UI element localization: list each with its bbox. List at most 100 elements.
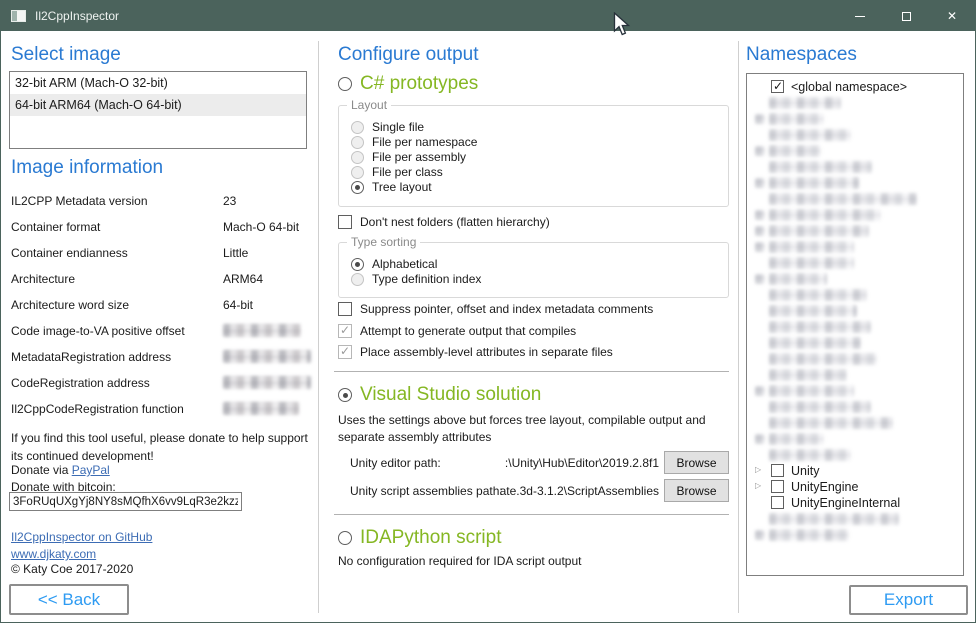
- type-sorting-option: Type definition index: [351, 272, 481, 286]
- github-link-row: Il2CppInspector on GitHub: [11, 528, 152, 546]
- image-information-table: IL2CPP Metadata version23Container forma…: [11, 187, 311, 421]
- section-separator-2: [334, 514, 729, 515]
- window-title: Il2CppInspector: [35, 9, 119, 23]
- layout-groupbox: Layout Single fileFile per namespaceFile…: [338, 105, 729, 207]
- visual-studio-description: Uses the settings above but forces tree …: [338, 412, 740, 446]
- redacted-value: [223, 350, 311, 363]
- namespace-checkbox[interactable]: [771, 480, 784, 493]
- type-sorting-groupbox: Type sorting AlphabeticalType definition…: [338, 242, 729, 298]
- info-label: CodeRegistration address: [11, 376, 150, 390]
- type-sorting-radio: [351, 273, 364, 286]
- namespace-row[interactable]: <global namespace>: [747, 79, 963, 95]
- info-row: Architecture word size64-bit: [11, 291, 311, 317]
- redacted-namespace: [769, 241, 854, 253]
- bitcoin-address-input[interactable]: [9, 492, 242, 511]
- maximize-button[interactable]: [883, 1, 929, 31]
- redacted-namespace: [769, 321, 871, 333]
- namespace-row-redacted: [747, 175, 963, 191]
- layout-radio: [351, 121, 364, 134]
- info-label: Il2CppCodeRegistration function: [11, 402, 184, 416]
- namespace-row-redacted: [747, 335, 963, 351]
- namespace-row[interactable]: UnityEngineInternal: [747, 495, 963, 511]
- type-sorting-radio[interactable]: [351, 258, 364, 271]
- visual-studio-radio[interactable]: [338, 388, 352, 402]
- output-option-label: Suppress pointer, offset and index metad…: [360, 302, 653, 316]
- namespaces-listbox[interactable]: <global namespace> ▷ Unity ▷ UnityEngine Unit…: [746, 73, 964, 576]
- unity-script-browse-button[interactable]: Browse: [664, 479, 729, 502]
- output-option[interactable]: Suppress pointer, offset and index metad…: [338, 302, 653, 316]
- namespace-label: UnityEngineInternal: [791, 496, 900, 510]
- redacted-value: [223, 376, 311, 389]
- idapython-description: No configuration required for IDA script…: [338, 553, 581, 571]
- website-link[interactable]: www.djkaty.com: [11, 547, 96, 561]
- visual-studio-option[interactable]: Visual Studio solution: [338, 384, 541, 406]
- namespaces-heading: Namespaces: [746, 44, 857, 66]
- redacted-expander: [755, 530, 765, 540]
- unity-editor-browse-button[interactable]: Browse: [664, 451, 729, 474]
- output-option-label: Place assembly-level attributes in separ…: [360, 345, 613, 359]
- info-label: Architecture: [11, 272, 75, 286]
- namespace-row-redacted: [747, 431, 963, 447]
- app-window: Il2CppInspector ✕ Select image 32-bit AR…: [0, 0, 976, 623]
- namespace-row[interactable]: ▷ UnityEngine: [747, 479, 963, 495]
- redacted-namespace: [769, 129, 851, 141]
- namespace-row-redacted: [747, 207, 963, 223]
- redacted-namespace: [769, 369, 847, 381]
- redacted-namespace: [769, 433, 824, 445]
- layout-radio: [351, 136, 364, 149]
- paypal-link[interactable]: PayPal: [72, 463, 110, 477]
- export-button[interactable]: Export: [849, 585, 968, 615]
- select-image-listbox[interactable]: 32-bit ARM (Mach-O 32-bit)64-bit ARM64 (…: [9, 71, 307, 149]
- unity-editor-path-value[interactable]: :\Unity\Hub\Editor\2019.2.8f1: [491, 456, 659, 470]
- namespace-row[interactable]: ▷ Unity: [747, 463, 963, 479]
- redacted-expander: [755, 210, 765, 220]
- namespace-label: Unity: [791, 464, 819, 478]
- csharp-prototypes-label: C# prototypes: [360, 73, 478, 95]
- csharp-prototypes-radio[interactable]: [338, 77, 352, 91]
- namespace-checkbox[interactable]: [771, 80, 784, 93]
- namespace-checkbox[interactable]: [771, 464, 784, 477]
- minimize-button[interactable]: [837, 1, 883, 31]
- layout-radio[interactable]: [351, 181, 364, 194]
- redacted-namespace: [769, 193, 917, 205]
- expander-icon[interactable]: ▷: [755, 465, 761, 474]
- redacted-expander: [755, 178, 765, 188]
- github-link[interactable]: Il2CppInspector on GitHub: [11, 530, 152, 544]
- namespace-checkbox[interactable]: [771, 496, 784, 509]
- layout-radio: [351, 151, 364, 164]
- idapython-radio[interactable]: [338, 531, 352, 545]
- layout-option: File per class: [351, 165, 443, 179]
- namespace-row-redacted: [747, 447, 963, 463]
- image-list-item[interactable]: 64-bit ARM64 (Mach-O 64-bit): [10, 94, 306, 116]
- type-sorting-option[interactable]: Alphabetical: [351, 257, 437, 271]
- namespace-label: UnityEngine: [791, 480, 858, 494]
- output-option-checkbox[interactable]: [338, 302, 352, 316]
- redacted-expander: [755, 114, 765, 124]
- namespace-row-redacted: [747, 191, 963, 207]
- unity-script-path-label: Unity script assemblies path:: [350, 484, 503, 498]
- unity-script-path-value[interactable]: ate.3d-3.1.2\ScriptAssemblies: [491, 484, 659, 498]
- info-value: ARM64: [223, 272, 263, 286]
- info-value: Mach-O 64-bit: [223, 220, 299, 234]
- type-sorting-group-label: Type sorting: [347, 235, 420, 249]
- minimize-icon: [855, 16, 865, 17]
- info-row: Container endiannessLittle: [11, 239, 311, 265]
- csharp-prototypes-option[interactable]: C# prototypes: [338, 73, 478, 95]
- info-row: Architecture ARM64: [11, 265, 311, 291]
- output-option: Attempt to generate output that compiles: [338, 324, 576, 338]
- redacted-namespace: [769, 209, 881, 221]
- image-list-item[interactable]: 32-bit ARM (Mach-O 32-bit): [10, 72, 306, 94]
- column-separator-left: [318, 41, 319, 613]
- flatten-hierarchy-checkbox[interactable]: [338, 215, 352, 229]
- redacted-expander: [755, 226, 765, 236]
- info-label: Container endianness: [11, 246, 128, 260]
- expander-icon[interactable]: ▷: [755, 481, 761, 490]
- flatten-hierarchy-option[interactable]: Don't nest folders (flatten hierarchy): [338, 215, 550, 229]
- select-image-heading: Select image: [11, 44, 121, 66]
- info-label: Code image-to-VA positive offset: [11, 324, 185, 338]
- close-button[interactable]: ✕: [929, 1, 975, 31]
- back-button[interactable]: << Back: [9, 584, 129, 615]
- namespace-row-redacted: [747, 159, 963, 175]
- layout-option[interactable]: Tree layout: [351, 180, 432, 194]
- idapython-option[interactable]: IDAPython script: [338, 527, 502, 549]
